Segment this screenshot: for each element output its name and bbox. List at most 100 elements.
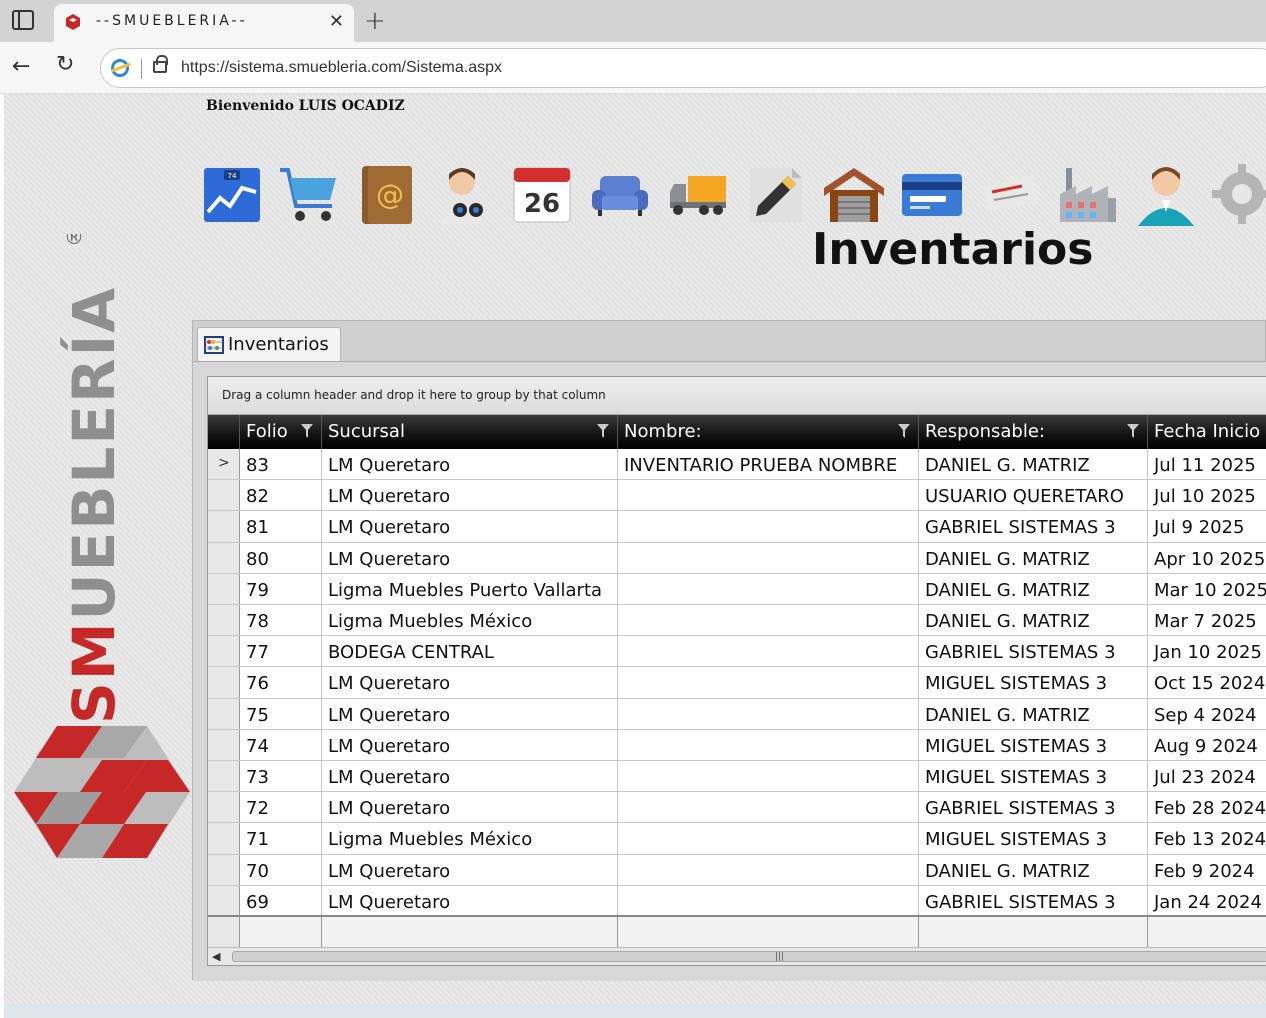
cell-responsable[interactable]: GABRIEL SISTEMAS 3 bbox=[919, 636, 1148, 667]
row-indicator[interactable] bbox=[208, 667, 240, 698]
table-row[interactable]: 75 LM Queretaro DANIEL G. MATRIZ Sep 4 2024 bbox=[208, 698, 1266, 730]
cell-folio[interactable]: 79 bbox=[240, 573, 322, 604]
address-book-icon[interactable]: @ bbox=[354, 162, 418, 226]
cell-fecha[interactable]: Jan 10 2025 bbox=[1148, 636, 1266, 666]
cell-sucursal[interactable]: BODEGA CENTRAL bbox=[322, 636, 618, 667]
column-header-nombre[interactable]: Nombre: bbox=[618, 415, 919, 449]
table-row[interactable]: 81 LM Queretaro GABRIEL SISTEMAS 3 Jul 9 20… bbox=[208, 511, 1266, 543]
cell-folio[interactable]: 78 bbox=[240, 605, 322, 636]
table-row[interactable]: 73 LM Queretaro MIGUEL SISTEMAS 3 Jul 23 20… bbox=[208, 761, 1266, 793]
cell-sucursal[interactable]: LM Queretaro bbox=[322, 667, 618, 698]
close-tab-icon[interactable]: ✕ bbox=[329, 11, 344, 32]
credit-card-icon[interactable] bbox=[900, 162, 964, 226]
cell-folio[interactable]: 72 bbox=[240, 792, 322, 823]
cell-sucursal[interactable]: LM Queretaro bbox=[322, 698, 618, 729]
cell-responsable[interactable]: MIGUEL SISTEMAS 3 bbox=[919, 823, 1148, 854]
cell-sucursal[interactable]: Ligma Muebles México bbox=[322, 823, 618, 854]
table-row[interactable]: 79 Ligma Muebles Puerto Vallarta DANIEL G.… bbox=[208, 573, 1266, 605]
user-profile-icon[interactable] bbox=[1134, 162, 1198, 226]
row-indicator[interactable] bbox=[208, 605, 240, 636]
cell-responsable[interactable]: GABRIEL SISTEMAS 3 bbox=[919, 511, 1148, 542]
table-row[interactable]: 80 LM Queretaro DANIEL G. MATRIZ Apr 10 202… bbox=[208, 542, 1266, 574]
table-row[interactable]: 72 LM Queretaro GABRIEL SISTEMAS 3 Feb 28 2… bbox=[208, 792, 1266, 824]
url-text[interactable]: https://sistema.smuebleria.com/Sistema.a… bbox=[181, 59, 502, 77]
cell-nombre[interactable] bbox=[618, 605, 919, 636]
row-indicator[interactable] bbox=[208, 542, 240, 573]
cell-sucursal[interactable]: LM Queretaro bbox=[322, 511, 618, 542]
cell-folio[interactable]: 75 bbox=[240, 698, 322, 729]
cell-nombre[interactable] bbox=[618, 792, 919, 823]
calendar-icon[interactable]: 26 bbox=[510, 162, 574, 226]
cell-folio[interactable]: 73 bbox=[240, 761, 322, 792]
cell-nombre[interactable] bbox=[618, 636, 919, 667]
row-indicator[interactable] bbox=[208, 573, 240, 604]
delivery-truck-icon[interactable] bbox=[666, 162, 730, 226]
table-row[interactable]: 71 Ligma Muebles México MIGUEL SISTEMAS 3F… bbox=[208, 823, 1266, 855]
cell-responsable[interactable]: DANIEL G. MATRIZ bbox=[919, 542, 1148, 573]
edit-pencil-icon[interactable] bbox=[744, 162, 808, 226]
cell-fecha[interactable]: Sep 4 2024 bbox=[1148, 699, 1266, 729]
cell-folio[interactable]: 76 bbox=[240, 667, 322, 698]
table-row[interactable]: 78 Ligma Muebles México DANIEL G. MATRIZ Ma… bbox=[208, 605, 1266, 637]
table-row[interactable]: 69 LM Queretaro GABRIEL SISTEMAS 3 Jan 24 2… bbox=[208, 885, 1266, 915]
cell-fecha[interactable]: Apr 10 2025 bbox=[1148, 543, 1266, 573]
cell-nombre[interactable] bbox=[618, 511, 919, 542]
shopping-cart-icon[interactable] bbox=[276, 162, 340, 226]
table-row[interactable]: 82 LM Queretaro USUARIO QUERETARO Jul 10 20… bbox=[208, 480, 1266, 512]
scroll-left-icon[interactable]: ◀ bbox=[212, 950, 220, 963]
warehouse-icon[interactable] bbox=[822, 162, 886, 226]
filter-icon[interactable] bbox=[597, 424, 609, 438]
row-indicator[interactable] bbox=[208, 480, 240, 511]
cell-sucursal[interactable]: LM Queretaro bbox=[322, 449, 618, 480]
cell-sucursal[interactable]: Ligma Muebles Puerto Vallarta bbox=[322, 573, 618, 604]
back-icon[interactable]: ← bbox=[12, 54, 30, 79]
reload-icon[interactable]: ↻ bbox=[56, 52, 74, 77]
cell-nombre[interactable] bbox=[618, 729, 919, 760]
cell-folio[interactable]: 83 bbox=[240, 449, 322, 480]
cell-fecha[interactable]: Mar 7 2025 bbox=[1148, 605, 1266, 635]
row-indicator[interactable] bbox=[208, 854, 240, 885]
cell-responsable[interactable]: DANIEL G. MATRIZ bbox=[919, 605, 1148, 636]
ie-mode-icon[interactable] bbox=[111, 59, 129, 77]
cell-sucursal[interactable]: LM Queretaro bbox=[322, 792, 618, 823]
cell-responsable[interactable]: MIGUEL SISTEMAS 3 bbox=[919, 729, 1148, 760]
cell-responsable[interactable]: USUARIO QUERETARO bbox=[919, 480, 1148, 511]
cell-fecha[interactable]: Aug 9 2024 bbox=[1148, 730, 1266, 760]
row-indicator[interactable] bbox=[208, 761, 240, 792]
cell-nombre[interactable] bbox=[618, 823, 919, 854]
column-header-folio[interactable]: Folio bbox=[240, 415, 322, 449]
cell-nombre[interactable] bbox=[618, 480, 919, 511]
cell-sucursal[interactable]: LM Queretaro bbox=[322, 480, 618, 511]
filter-icon[interactable] bbox=[898, 424, 910, 438]
cell-nombre[interactable] bbox=[618, 698, 919, 729]
cell-fecha[interactable]: Jul 9 2025 bbox=[1148, 511, 1266, 541]
cell-fecha[interactable]: Feb 13 2024 bbox=[1148, 823, 1266, 853]
cell-sucursal[interactable]: LM Queretaro bbox=[322, 885, 618, 915]
filter-icon[interactable] bbox=[301, 424, 313, 438]
check-payment-icon[interactable] bbox=[978, 162, 1042, 226]
cell-responsable[interactable]: GABRIEL SISTEMAS 3 bbox=[919, 885, 1148, 915]
horizontal-scrollbar[interactable]: ◀ ||| bbox=[208, 947, 1266, 965]
cell-fecha[interactable]: Oct 15 2024 bbox=[1148, 667, 1266, 697]
cell-responsable[interactable]: DANIEL G. MATRIZ bbox=[919, 698, 1148, 729]
row-indicator[interactable] bbox=[208, 792, 240, 823]
cell-fecha[interactable]: Feb 28 2024 bbox=[1148, 792, 1266, 822]
cell-responsable[interactable]: MIGUEL SISTEMAS 3 bbox=[919, 667, 1148, 698]
new-tab-icon[interactable]: + bbox=[364, 6, 386, 36]
row-indicator[interactable] bbox=[208, 823, 240, 854]
cell-folio[interactable]: 69 bbox=[240, 885, 322, 915]
cell-fecha[interactable]: Feb 9 2024 bbox=[1148, 855, 1266, 885]
lock-icon[interactable] bbox=[153, 55, 168, 73]
filter-icon[interactable] bbox=[1127, 424, 1139, 438]
column-header-fecha-inicio[interactable]: Fecha Inicio bbox=[1148, 415, 1266, 449]
tab-sidebar-icon[interactable] bbox=[12, 10, 34, 30]
cell-nombre[interactable] bbox=[618, 761, 919, 792]
cell-responsable[interactable]: DANIEL G. MATRIZ bbox=[919, 854, 1148, 885]
cell-nombre[interactable]: INVENTARIO PRUEBA NOMBRE bbox=[618, 449, 919, 480]
cell-sucursal[interactable]: LM Queretaro bbox=[322, 854, 618, 885]
tab-inventarios[interactable]: Inventarios bbox=[197, 327, 341, 361]
cell-fecha[interactable]: Mar 10 2025 bbox=[1148, 574, 1266, 604]
cell-nombre[interactable] bbox=[618, 854, 919, 885]
cell-responsable[interactable]: MIGUEL SISTEMAS 3 bbox=[919, 761, 1148, 792]
cell-fecha[interactable]: Jul 11 2025 bbox=[1148, 449, 1266, 479]
